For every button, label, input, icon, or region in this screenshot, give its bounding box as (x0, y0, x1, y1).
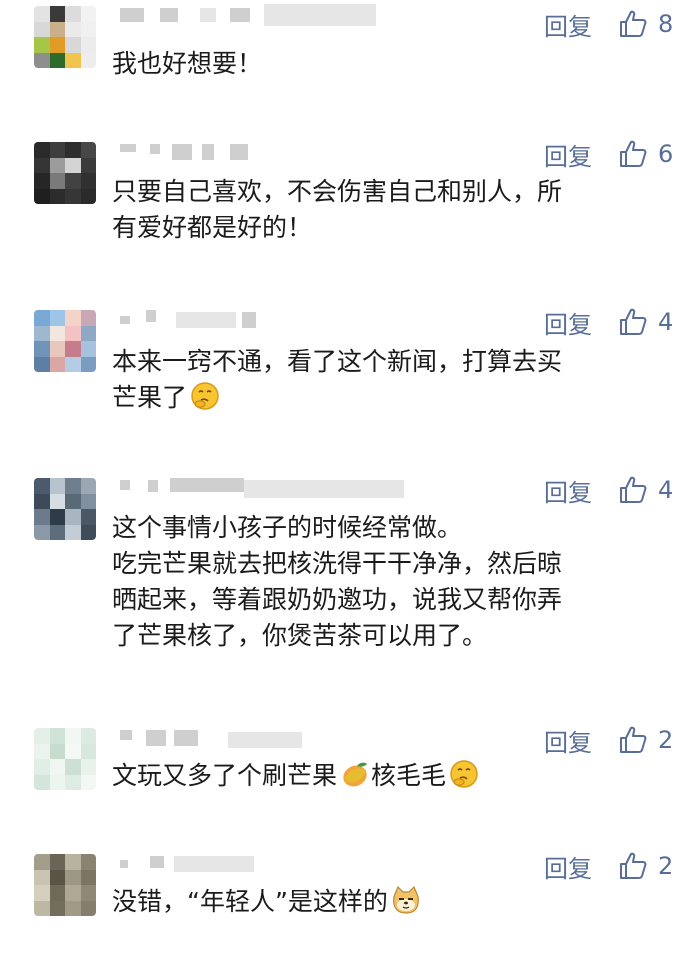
comment-text: 没错，“年轻人”是这样的 (112, 884, 672, 920)
comment-actions: 回复 2 (544, 720, 674, 760)
comment-actions: 回复 8 (544, 4, 674, 44)
comment-text: 这个事情小孩子的时候经常做。 吃完芒果就去把核洗得干干净净，然后晾 晒起来，等着… (112, 513, 563, 650)
like-count: 2 (658, 852, 674, 880)
comment-text-content: 文玩又多了个刷芒果 (112, 761, 338, 790)
like-button[interactable]: 8 (618, 9, 674, 39)
avatar[interactable] (34, 310, 96, 372)
like-button[interactable]: 2 (618, 851, 674, 881)
like-count: 2 (658, 726, 674, 754)
reply-button[interactable]: 回复 (544, 305, 592, 340)
avatar[interactable] (34, 854, 96, 916)
like-count: 6 (658, 140, 674, 168)
thinking-emoji-icon (189, 380, 221, 412)
comment-text-content: 没错，“年轻人”是这样的 (112, 887, 388, 916)
comment-text-content: 本来一窍不通，看了这个新闻，打算去买 芒果了 (112, 347, 563, 412)
comment-actions: 回复 4 (544, 470, 674, 510)
like-button[interactable]: 4 (618, 307, 674, 337)
comment-text-suffix: 核毛毛 (371, 761, 447, 790)
reply-button[interactable]: 回复 (544, 723, 592, 758)
comment-text: 只要自己喜欢，不会伤害自己和别人，所 有爱好都是好的！ (112, 177, 563, 242)
reply-button[interactable]: 回复 (544, 473, 592, 508)
mango-emoji-icon (339, 758, 371, 790)
reply-button[interactable]: 回复 (544, 849, 592, 884)
doge-emoji-icon (390, 884, 422, 916)
like-count: 4 (658, 476, 674, 504)
thumbs-up-icon (620, 852, 647, 879)
thumbs-up-icon (620, 140, 647, 167)
like-button[interactable]: 2 (618, 725, 674, 755)
like-count: 8 (658, 10, 674, 38)
comment-actions: 回复 6 (544, 134, 674, 174)
avatar[interactable] (34, 6, 96, 68)
comment-actions: 回复 2 (544, 846, 674, 886)
comment-text: 文玩又多了个刷芒果 核毛毛 (112, 758, 672, 794)
avatar[interactable] (34, 728, 96, 790)
avatar[interactable] (34, 478, 96, 540)
comment-text: 本来一窍不通，看了这个新闻，打算去买 芒果了 (112, 344, 672, 416)
comment-actions: 回复 4 (544, 302, 674, 342)
like-button[interactable]: 6 (618, 139, 674, 169)
like-count: 4 (658, 308, 674, 336)
thumbs-up-icon (620, 308, 647, 335)
reply-button[interactable]: 回复 (544, 137, 592, 172)
thumbs-up-icon (620, 726, 647, 753)
avatar[interactable] (34, 142, 96, 204)
thumbs-up-icon (620, 476, 647, 503)
thumbs-up-icon (620, 10, 647, 37)
reply-button[interactable]: 回复 (544, 7, 592, 42)
comment-text: 我也好想要！ (112, 49, 263, 78)
like-button[interactable]: 4 (618, 475, 674, 505)
thinking-emoji-icon (448, 758, 480, 790)
